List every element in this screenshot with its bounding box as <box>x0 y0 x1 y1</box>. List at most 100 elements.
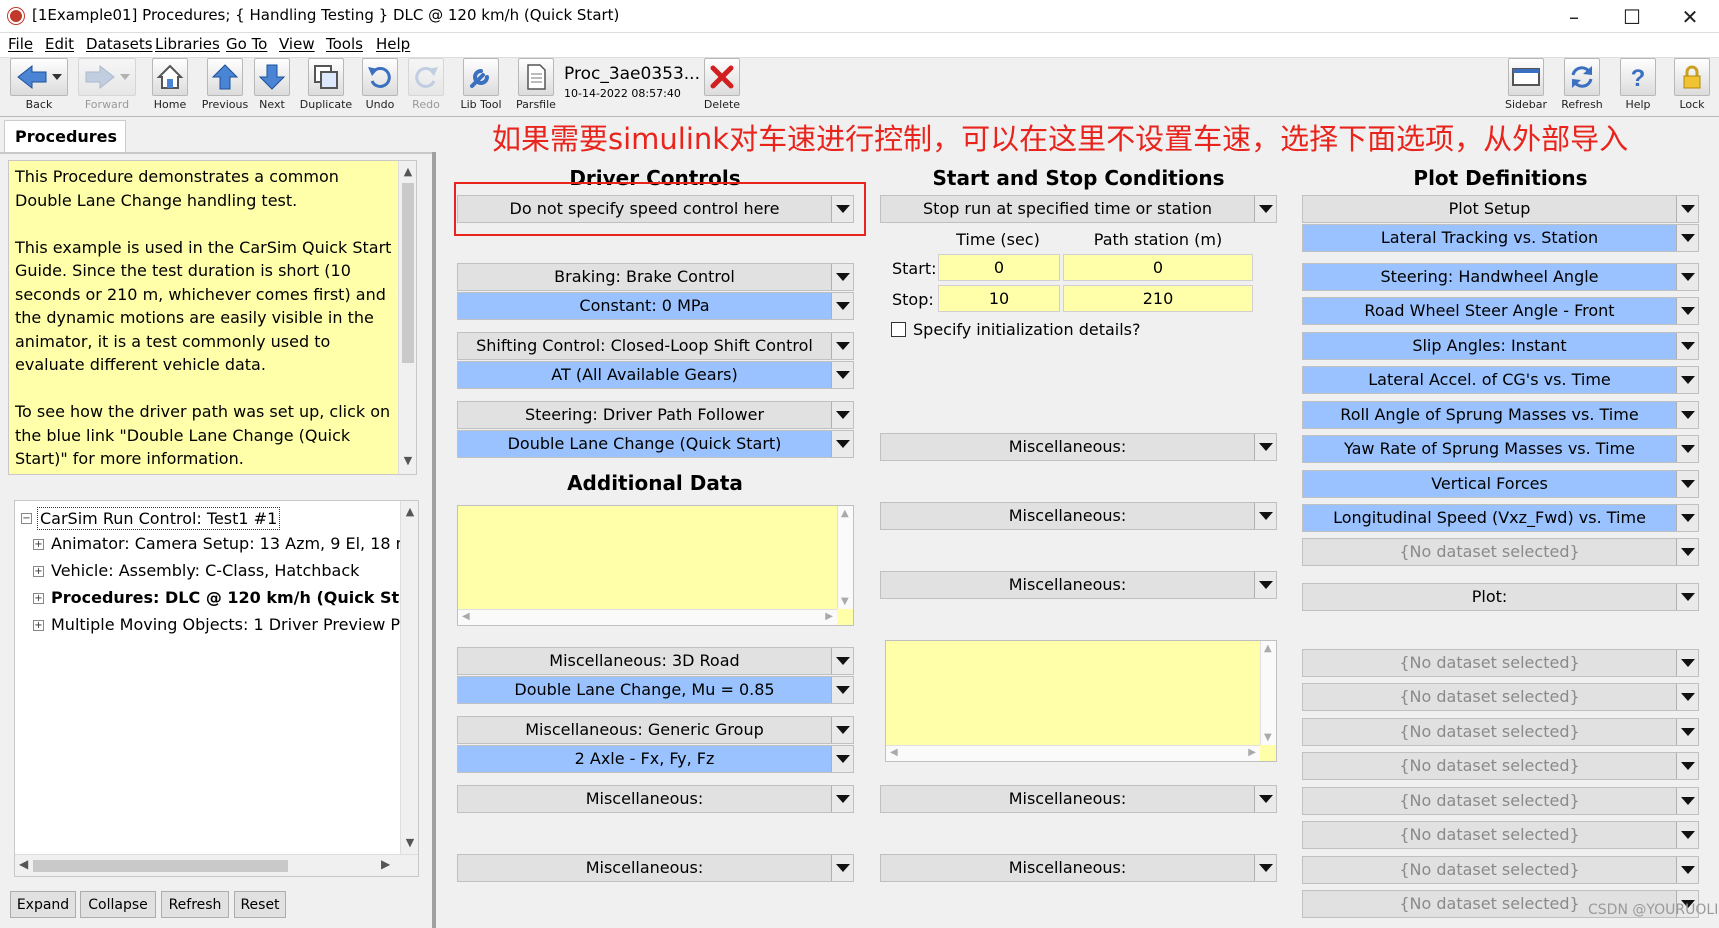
dropdown-arrow-icon[interactable] <box>831 786 853 812</box>
previous-button[interactable]: Previous <box>202 58 248 116</box>
plot-item-link[interactable]: Vertical Forces <box>1302 470 1699 498</box>
dropdown-arrow-icon[interactable] <box>831 333 853 359</box>
dropdown-arrow-icon[interactable] <box>1254 196 1276 222</box>
menu-file[interactable]: File <box>8 35 33 53</box>
forward-button[interactable]: Forward <box>76 58 138 116</box>
plot-item-link[interactable]: Slip Angles: Instant <box>1302 332 1699 360</box>
dropdown-arrow-icon[interactable] <box>1676 367 1698 393</box>
refresh-button[interactable]: Refresh <box>1561 58 1603 116</box>
dropdown-arrow-icon[interactable] <box>831 431 853 457</box>
dropdown-arrow-icon[interactable] <box>1676 333 1698 359</box>
plot-item-link[interactable]: Lateral Tracking vs. Station <box>1302 224 1699 252</box>
dropdown-arrow-icon[interactable] <box>831 677 853 703</box>
menu-edit[interactable]: Edit <box>45 35 74 53</box>
plot-item-link[interactable]: Longitudinal Speed (Vxz_Fwd) vs. Time <box>1302 504 1699 532</box>
expand-icon[interactable]: + <box>33 620 44 631</box>
scroll-up-icon[interactable]: ▲ <box>841 508 849 519</box>
empty-plot-slot[interactable]: {No dataset selected} <box>1302 649 1699 677</box>
braking-dropdown[interactable]: Braking: Brake Control <box>457 263 854 291</box>
pane-splitter[interactable] <box>432 152 436 928</box>
empty-plot-slot[interactable]: {No dataset selected} <box>1302 787 1699 815</box>
dropdown-arrow-icon[interactable] <box>1254 572 1276 598</box>
lib-tool-button[interactable]: Lib Tool <box>458 58 504 116</box>
empty-plot-slot[interactable]: {No dataset selected} <box>1302 538 1699 566</box>
maximize-button[interactable]: ☐ <box>1603 0 1661 33</box>
scroll-down-icon[interactable]: ▼ <box>1264 732 1272 743</box>
dropdown-arrow-icon[interactable] <box>831 855 853 881</box>
misc-3d-road-dropdown[interactable]: Miscellaneous: 3D Road <box>457 647 854 675</box>
misc-dropdown[interactable]: Miscellaneous: <box>457 785 854 813</box>
expand-icon[interactable]: + <box>33 593 44 604</box>
menu-datasets[interactable]: Datasets <box>86 35 153 53</box>
tab-procedures[interactable]: Procedures <box>4 120 126 152</box>
undo-button[interactable]: Undo <box>360 58 400 116</box>
dropdown-arrow-icon[interactable] <box>1676 264 1698 290</box>
dropdown-arrow-icon[interactable] <box>831 264 853 290</box>
steering-dataset-link[interactable]: Double Lane Change (Quick Start) <box>457 430 854 458</box>
scroll-down-icon[interactable]: ▼ <box>841 596 849 607</box>
plot-item-link[interactable]: Lateral Accel. of CG's vs. Time <box>1302 366 1699 394</box>
hscroll-thumb[interactable] <box>33 860 288 872</box>
dropdown-arrow-icon[interactable] <box>1676 402 1698 428</box>
plot-setup-dropdown[interactable]: Plot Setup <box>1302 195 1699 223</box>
dropdown-arrow-icon[interactable] <box>1676 225 1698 251</box>
dropdown-arrow-icon[interactable] <box>831 293 853 319</box>
dropdown-arrow-icon[interactable] <box>1676 788 1698 814</box>
plot-item-link[interactable]: Roll Angle of Sprung Masses vs. Time <box>1302 401 1699 429</box>
scroll-left-icon[interactable]: ◀ <box>19 857 28 871</box>
start-time-field[interactable]: 0 <box>938 254 1060 281</box>
lock-button[interactable]: Lock <box>1672 58 1712 116</box>
sidebar-button[interactable]: Sidebar <box>1502 58 1550 116</box>
back-button[interactable]: Back <box>8 58 70 116</box>
init-details-checkbox[interactable] <box>891 322 906 337</box>
dropdown-arrow-icon[interactable] <box>1254 503 1276 529</box>
parsfile-button[interactable]: Parsfile <box>516 58 556 116</box>
scroll-down-icon[interactable]: ▼ <box>399 454 416 470</box>
misc-3d-road-dataset-link[interactable]: Double Lane Change, Mu = 0.85 <box>457 676 854 704</box>
misc-dropdown[interactable]: Miscellaneous: <box>880 854 1277 882</box>
tree-vscrollbar[interactable]: ▲ ▼ <box>400 501 418 856</box>
misc-dropdown[interactable]: Miscellaneous: <box>880 571 1277 599</box>
dropdown-arrow-icon[interactable] <box>1676 505 1698 531</box>
scroll-thumb[interactable] <box>402 183 414 363</box>
plot-dropdown[interactable]: Plot: <box>1302 583 1699 611</box>
scroll-up-icon[interactable]: ▲ <box>1264 643 1272 654</box>
tree-item-procedures[interactable]: Procedures: DLC @ 120 km/h (Quick Start <box>51 588 418 607</box>
dropdown-arrow-icon[interactable] <box>1676 436 1698 462</box>
stop-station-field[interactable]: 210 <box>1063 285 1253 312</box>
menu-goto[interactable]: Go To <box>226 35 267 53</box>
stop-time-field[interactable]: 10 <box>938 285 1060 312</box>
textarea-vscrollbar[interactable]: ▲ ▼ <box>837 506 853 609</box>
collapse-icon[interactable]: − <box>21 513 32 524</box>
tree-refresh-button[interactable]: Refresh <box>161 891 229 918</box>
misc-generic-group-dropdown[interactable]: Miscellaneous: Generic Group <box>457 716 854 744</box>
additional-data-textarea[interactable]: ▲ ▼ ◀ ▶ <box>457 505 854 626</box>
shifting-dropdown[interactable]: Shifting Control: Closed-Loop Shift Cont… <box>457 332 854 360</box>
start-stop-textarea[interactable]: ▲ ▼ ◀ ▶ <box>885 640 1277 762</box>
dropdown-arrow-icon[interactable] <box>831 402 853 428</box>
tree-item-vehicle[interactable]: Vehicle: Assembly: C-Class, Hatchback <box>51 561 359 580</box>
empty-plot-slot[interactable]: {No dataset selected} <box>1302 821 1699 849</box>
dropdown-arrow-icon[interactable] <box>1676 196 1698 222</box>
empty-plot-slot[interactable]: {No dataset selected} <box>1302 752 1699 780</box>
empty-plot-slot[interactable]: {No dataset selected} <box>1302 683 1699 711</box>
dropdown-arrow-icon[interactable] <box>1676 298 1698 324</box>
expand-icon[interactable]: + <box>33 539 44 550</box>
textarea-hscrollbar[interactable]: ◀ ▶ <box>458 609 837 625</box>
misc-dropdown[interactable]: Miscellaneous: <box>880 502 1277 530</box>
scroll-left-icon[interactable]: ◀ <box>462 611 470 622</box>
tree-hscrollbar[interactable]: ◀ ▶ <box>15 854 418 876</box>
expand-button[interactable]: Expand <box>10 891 76 918</box>
dropdown-arrow-icon[interactable] <box>1254 855 1276 881</box>
collapse-button[interactable]: Collapse <box>80 891 156 918</box>
stop-mode-dropdown[interactable]: Stop run at specified time or station <box>880 195 1277 223</box>
tree-item-animator[interactable]: Animator: Camera Setup: 13 Azm, 9 El, 18… <box>51 534 411 553</box>
scroll-right-icon[interactable]: ▶ <box>1248 747 1256 758</box>
textarea-vscrollbar[interactable]: ▲ ▼ <box>1260 641 1276 745</box>
close-button[interactable]: ✕ <box>1661 0 1719 33</box>
scroll-up-icon[interactable]: ▲ <box>401 505 418 521</box>
dropdown-arrow-icon[interactable] <box>831 648 853 674</box>
speed-control-dropdown[interactable]: Do not specify speed control here <box>457 195 854 223</box>
misc-dropdown[interactable]: Miscellaneous: <box>880 433 1277 461</box>
dropdown-arrow-icon[interactable] <box>831 746 853 772</box>
